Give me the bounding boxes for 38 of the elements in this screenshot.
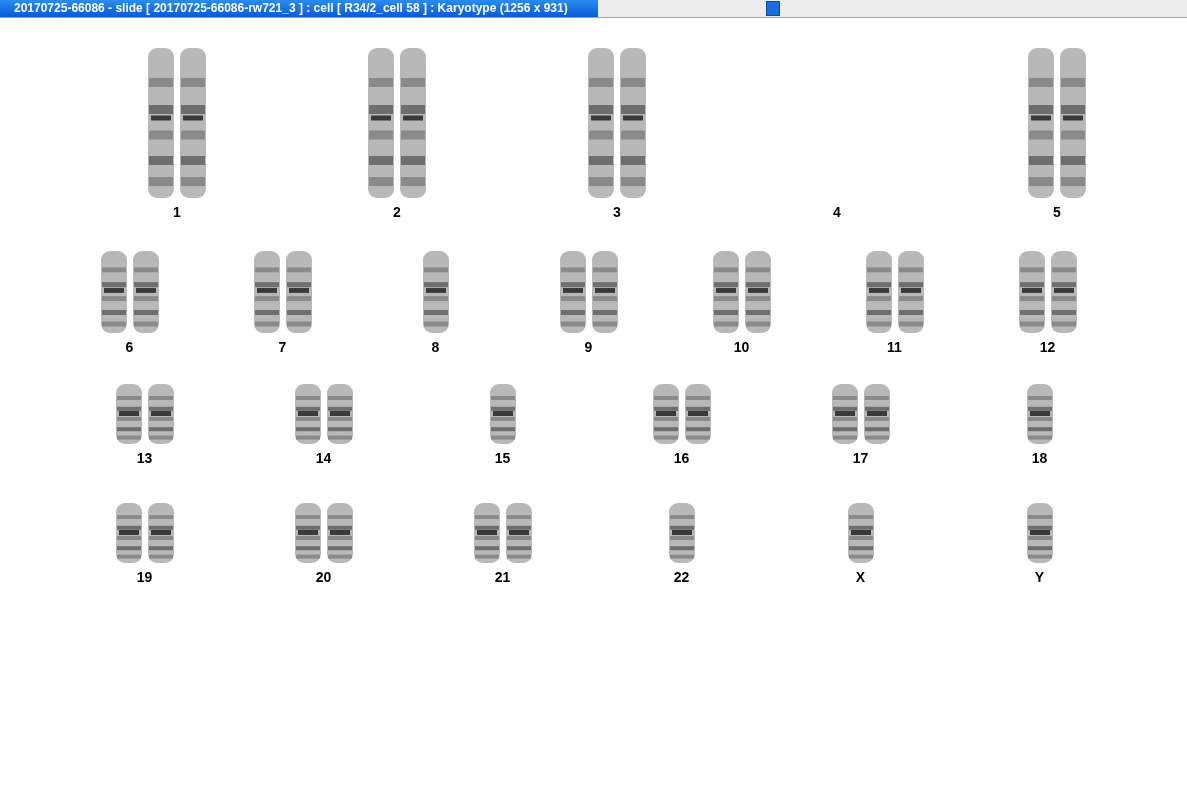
chromosome-number: 14 <box>315 449 332 468</box>
chromosome-drawing <box>1024 384 1055 444</box>
chromosome-pair-drawing <box>829 384 892 444</box>
chromosome-number: Y <box>1034 568 1045 587</box>
chromosome-number: 8 <box>431 338 440 357</box>
chromosome-number: 5 <box>1053 203 1061 222</box>
chromosome-number: 20 <box>315 568 332 587</box>
chromosome-number: 2 <box>393 203 401 222</box>
chromosome-number: 15 <box>494 449 511 468</box>
chromosome-number: 18 <box>1031 449 1048 468</box>
chromosome-pair-drawing <box>292 503 355 563</box>
window-title: 20170725-66086 - slide [ 20170725-66086-rw721_3 ] : cell [ R34/2_cell 58 ] : Karyotype (1256 x 931) <box>0 0 598 17</box>
scroll-thumb[interactable] <box>766 1 780 16</box>
chromosome-number: 11 <box>887 338 902 357</box>
chromosome-number: 12 <box>1039 338 1056 357</box>
chromosome-drawing <box>845 503 876 563</box>
chromosome-pair-drawing <box>650 384 713 444</box>
chromosome-number: 17 <box>852 449 869 468</box>
chromosome-number: 10 <box>733 338 750 357</box>
chromosome-pair-drawing <box>113 503 176 563</box>
chromosome-number: 22 <box>673 568 690 587</box>
chromosome-drawing <box>487 384 518 444</box>
chromosome-pair-drawing <box>113 384 176 444</box>
chromosome-number: 21 <box>494 568 511 587</box>
chromosome-number: 19 <box>136 568 153 587</box>
chromosome-number: 9 <box>584 338 593 357</box>
chromosome-drawing <box>666 503 697 563</box>
chromosome-pair-drawing <box>471 503 534 563</box>
chromosome-number: 13 <box>136 449 153 468</box>
chromosome-number: 4 <box>833 203 841 222</box>
chromosome-number: 7 <box>278 338 287 357</box>
chromosome-pair-drawing <box>292 384 355 444</box>
chromosome-number: X <box>855 568 866 587</box>
chromosome-number: 1 <box>173 203 181 222</box>
chromosome-number: 3 <box>613 203 621 222</box>
chromosome-drawing <box>1024 503 1055 563</box>
chromosome-number: 16 <box>673 449 690 468</box>
chromosome-number: 6 <box>125 338 134 357</box>
